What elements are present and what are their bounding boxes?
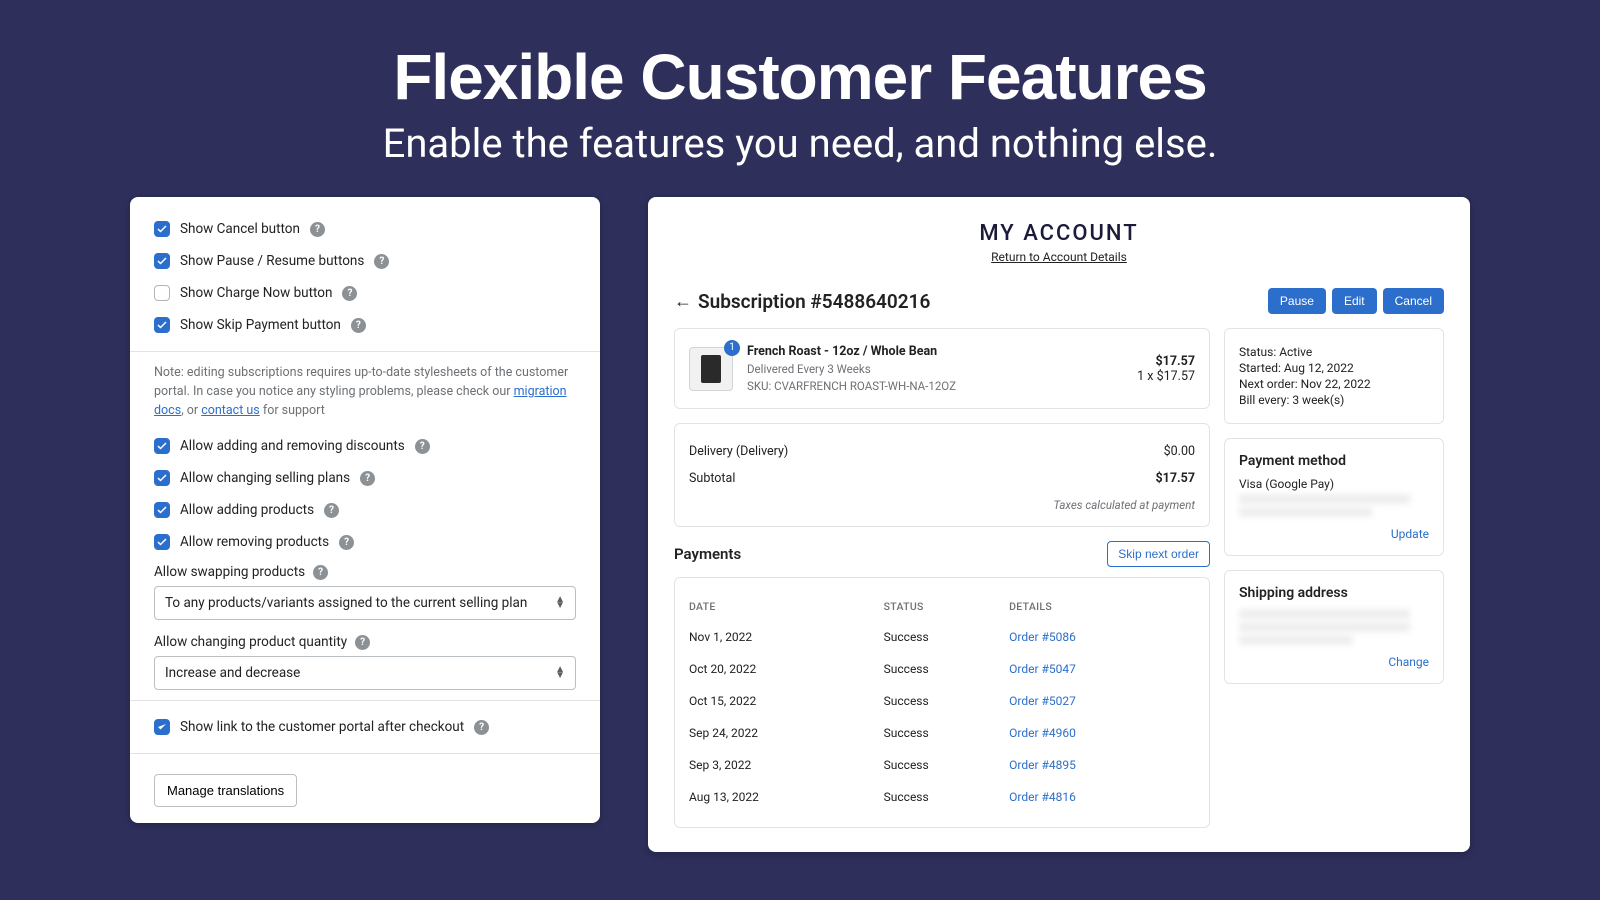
checkbox-label: Show Charge Now button — [180, 285, 332, 301]
payment-method-box: Payment method Visa (Google Pay) Update — [1224, 438, 1444, 556]
help-icon[interactable]: ? — [474, 720, 489, 735]
divider — [130, 753, 600, 754]
help-icon[interactable]: ? — [339, 535, 354, 550]
qty-badge: 1 — [724, 340, 740, 356]
table-header: STATUS — [884, 592, 1009, 621]
table-header: DATE — [689, 592, 884, 621]
edit-button[interactable]: Edit — [1332, 288, 1377, 314]
table-row: Oct 20, 2022SuccessOrder #5047 — [689, 653, 1195, 685]
settings-note: Note: editing subscriptions requires up-… — [130, 362, 600, 430]
swap-products-label: Allow swapping products ? — [130, 558, 600, 586]
checkbox-label: Show link to the customer portal after c… — [180, 719, 464, 735]
payments-section: Payments Skip next order DATESTATUSDETAI… — [674, 541, 1210, 828]
status-box: Status: Active Started: Aug 12, 2022 Nex… — [1224, 328, 1444, 424]
product-delivery: Delivered Every 3 Weeks — [747, 361, 1123, 378]
table-row: Nov 1, 2022SuccessOrder #5086 — [689, 621, 1195, 653]
option-checkbox[interactable] — [154, 534, 170, 550]
table-row: Sep 3, 2022SuccessOrder #4895 — [689, 749, 1195, 781]
help-icon[interactable]: ? — [324, 503, 339, 518]
product-thumbnail: 1 — [689, 347, 733, 391]
help-icon[interactable]: ? — [374, 254, 389, 269]
order-link[interactable]: Order #5086 — [1009, 630, 1076, 644]
hero-title: Flexible Customer Features — [0, 40, 1600, 114]
option-checkbox[interactable] — [154, 438, 170, 454]
help-icon[interactable]: ? — [351, 318, 366, 333]
change-shipping-link[interactable]: Change — [1239, 655, 1429, 669]
order-link[interactable]: Order #4960 — [1009, 726, 1076, 740]
skip-next-order-button[interactable]: Skip next order — [1107, 541, 1210, 567]
table-row: Oct 15, 2022SuccessOrder #5027 — [689, 685, 1195, 717]
payments-title: Payments — [674, 545, 741, 563]
divider — [130, 351, 600, 352]
product-box: 1 French Roast - 12oz / Whole Bean Deliv… — [674, 328, 1210, 409]
shipping-box: Shipping address Change — [1224, 570, 1444, 684]
table-row: Sep 24, 2022SuccessOrder #4960 — [689, 717, 1195, 749]
order-link[interactable]: Order #4895 — [1009, 758, 1076, 772]
option-checkbox[interactable] — [154, 470, 170, 486]
account-panel: MY ACCOUNT Return to Account Details ← S… — [648, 197, 1470, 852]
show-portal-link-checkbox[interactable] — [154, 719, 170, 735]
checkbox-label: Allow changing selling plans — [180, 470, 350, 486]
cancel-button[interactable]: Cancel — [1383, 288, 1444, 314]
swap-products-select[interactable]: To any products/variants assigned to the… — [154, 586, 576, 620]
order-link[interactable]: Order #5027 — [1009, 694, 1076, 708]
help-icon[interactable]: ? — [415, 439, 430, 454]
help-icon[interactable]: ? — [355, 635, 370, 650]
return-link[interactable]: Return to Account Details — [674, 250, 1444, 264]
pause-button[interactable]: Pause — [1268, 288, 1326, 314]
account-title: MY ACCOUNT — [674, 221, 1444, 246]
product-breakdown: 1 x $17.57 — [1137, 369, 1195, 384]
qty-select[interactable]: Increase and decrease ▲▼ — [154, 656, 576, 690]
totals-box: Delivery (Delivery)$0.00 Subtotal$17.57 … — [674, 423, 1210, 527]
option-checkbox[interactable] — [154, 285, 170, 301]
option-checkbox[interactable] — [154, 502, 170, 518]
divider — [130, 700, 600, 701]
option-checkbox[interactable] — [154, 221, 170, 237]
table-row: Aug 13, 2022SuccessOrder #4816 — [689, 781, 1195, 813]
checkbox-label: Allow removing products — [180, 534, 329, 550]
tax-note: Taxes calculated at payment — [689, 498, 1195, 512]
checkbox-label: Allow adding and removing discounts — [180, 438, 405, 454]
product-name: French Roast - 12oz / Whole Bean — [747, 343, 1123, 361]
order-link[interactable]: Order #4816 — [1009, 790, 1076, 804]
chevron-updown-icon: ▲▼ — [555, 667, 565, 679]
help-icon[interactable]: ? — [342, 286, 357, 301]
checkbox-label: Show Skip Payment button — [180, 317, 341, 333]
product-price: $17.57 — [1137, 354, 1195, 369]
help-icon[interactable]: ? — [310, 222, 325, 237]
help-icon[interactable]: ? — [313, 565, 328, 580]
product-sku: SKU: CVARFRENCH ROAST-WH-NA-12OZ — [747, 378, 1123, 395]
option-checkbox[interactable] — [154, 253, 170, 269]
back-arrow-icon[interactable]: ← — [674, 291, 692, 312]
option-checkbox[interactable] — [154, 317, 170, 333]
qty-label: Allow changing product quantity ? — [130, 628, 600, 656]
manage-translations-button[interactable]: Manage translations — [154, 774, 297, 807]
checkbox-label: Allow adding products — [180, 502, 314, 518]
chevron-updown-icon: ▲▼ — [555, 597, 565, 609]
contact-us-link[interactable]: contact us — [201, 403, 260, 418]
order-link[interactable]: Order #5047 — [1009, 662, 1076, 676]
help-icon[interactable]: ? — [360, 471, 375, 486]
subscription-heading: ← Subscription #5488640216 — [674, 290, 930, 313]
checkbox-label: Show Pause / Resume buttons — [180, 253, 364, 269]
settings-panel: Show Cancel button? Show Pause / Resume b… — [130, 197, 600, 823]
update-payment-link[interactable]: Update — [1239, 527, 1429, 541]
table-header: DETAILS — [1009, 592, 1195, 621]
hero-subtitle: Enable the features you need, and nothin… — [0, 120, 1600, 167]
payments-table: DATESTATUSDETAILS Nov 1, 2022SuccessOrde… — [689, 592, 1195, 813]
checkbox-label: Show Cancel button — [180, 221, 300, 237]
